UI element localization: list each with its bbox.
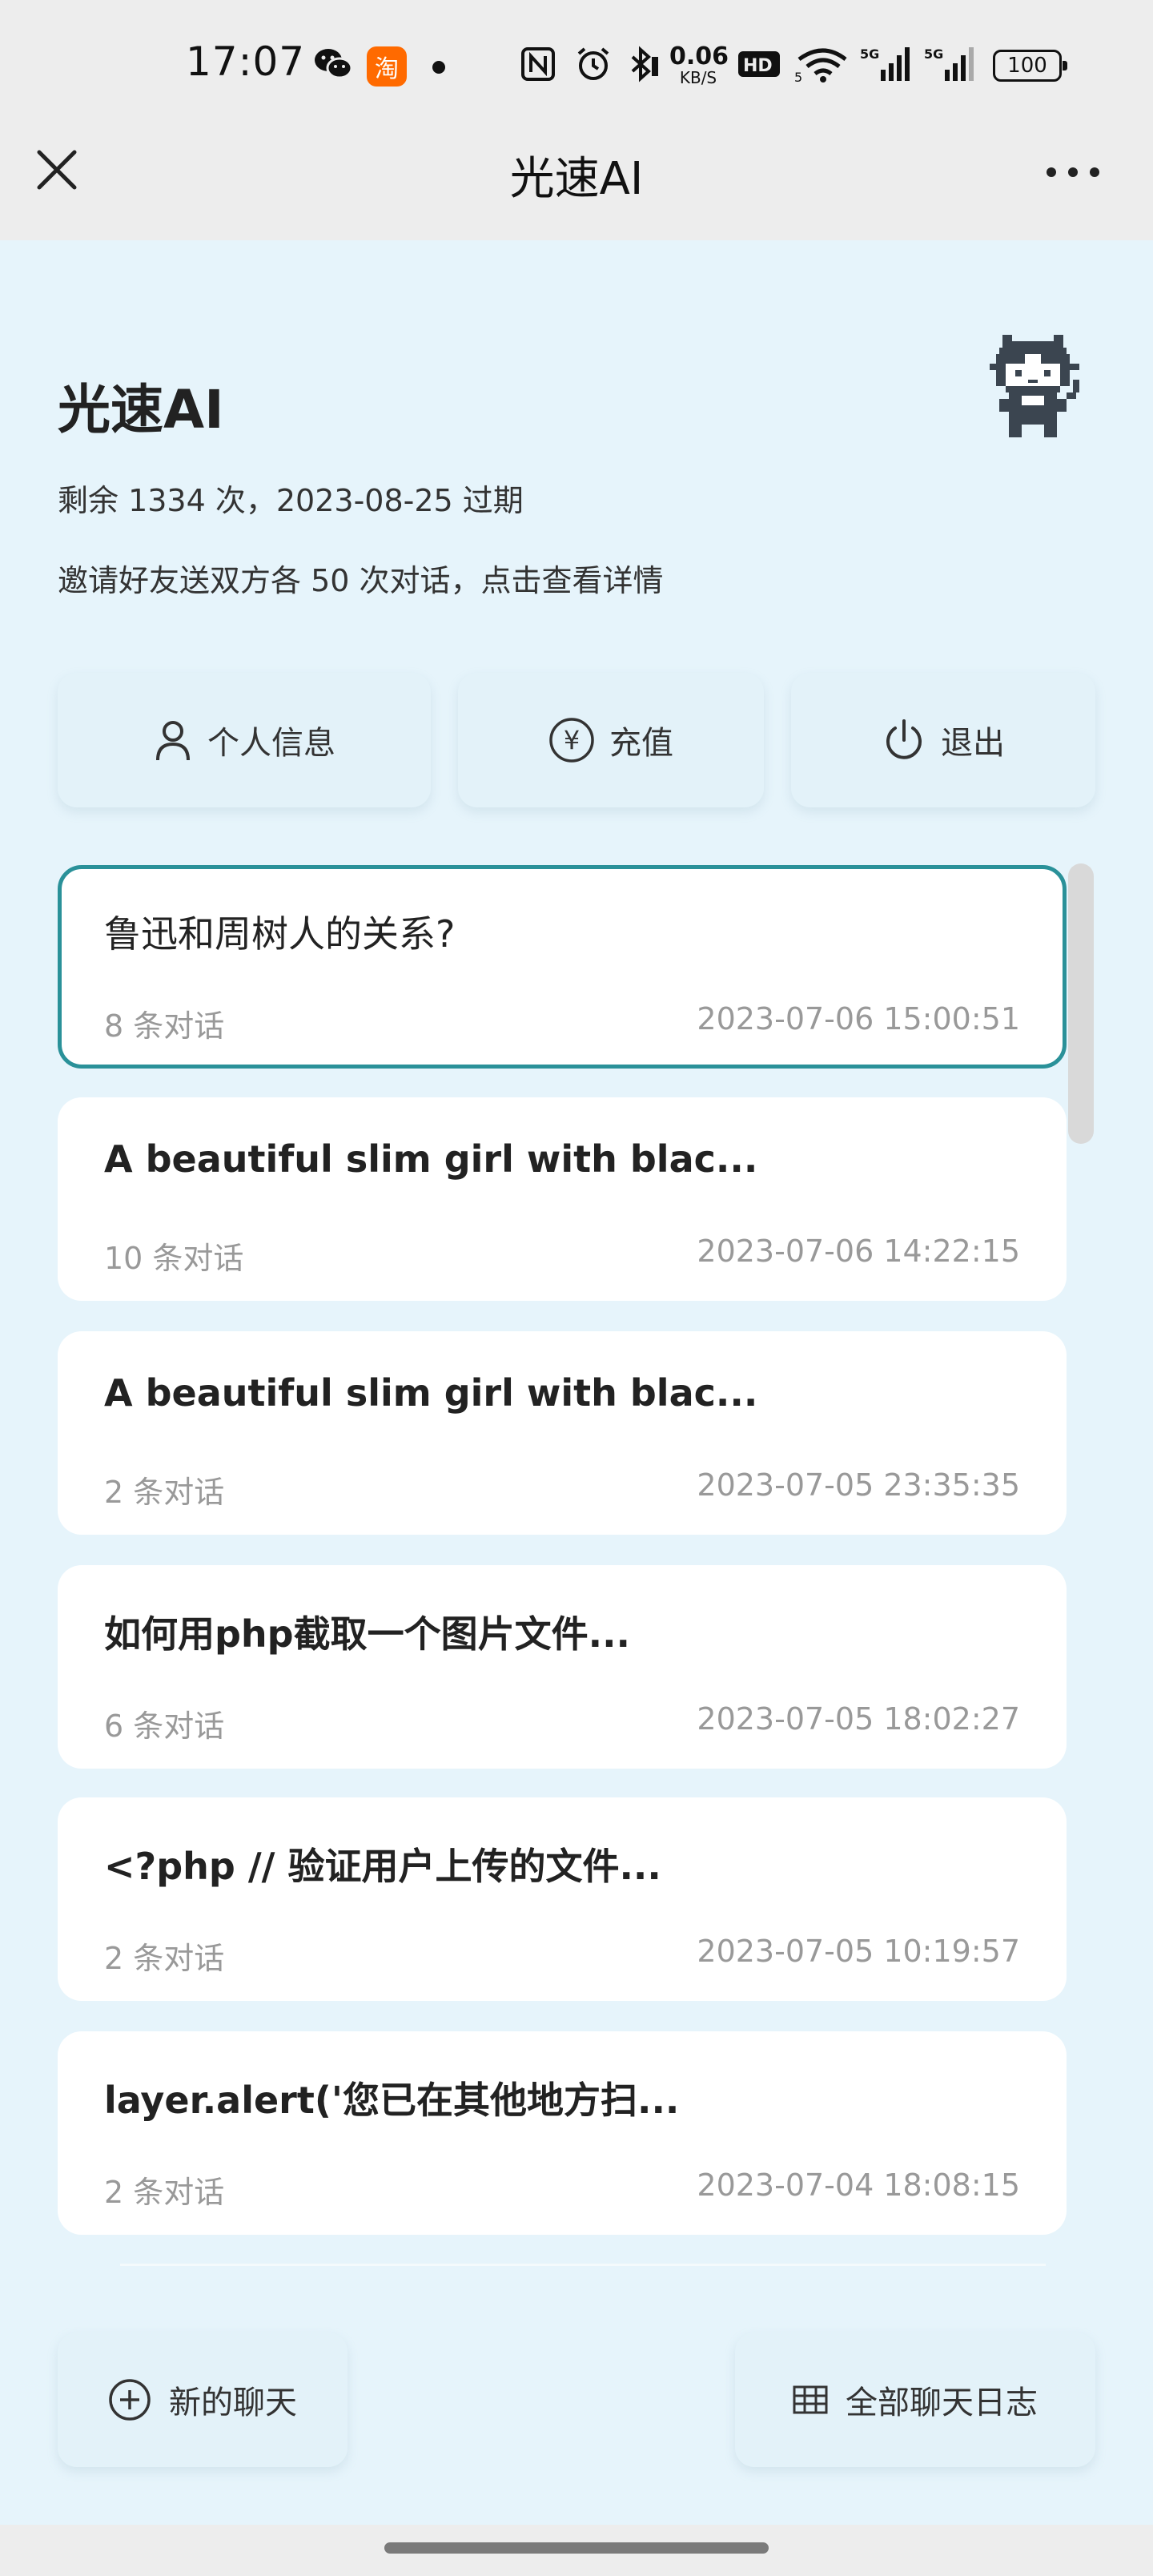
profile-button[interactable]: 个人信息 [58,673,431,807]
more-button[interactable] [1041,144,1105,200]
chat-card[interactable]: 如何用php截取一个图片文件... 6 条对话 2023-07-05 18:02… [58,1565,1067,1769]
chat-card[interactable]: A beautiful slim girl with blac... 10 条对… [58,1097,1067,1301]
recharge-label: 充值 [609,725,673,762]
svg-text:5G: 5G [860,46,879,62]
chat-title: 鲁迅和周树人的关系? [104,912,456,956]
chat-count: 10 条对话 [104,1241,244,1276]
taobao-icon: 淘 [367,46,407,87]
user-icon [156,721,190,761]
chat-title: <?php // 验证用户上传的文件... [104,1845,661,1888]
status-time: 17:07 [186,38,306,85]
chat-title: 如何用php截取一个图片文件... [104,1612,631,1656]
svg-text:HD: HD [743,56,773,76]
yuan-icon: ¥ [549,718,594,763]
page-title: 光速AI [509,153,644,205]
power-icon [886,719,922,759]
chat-date: 2023-07-06 15:00:51 [697,1001,1020,1036]
app-name: 光速AI [58,379,224,441]
chat-date: 2023-07-05 18:02:27 [697,1701,1020,1737]
signal-5g-icon: 5G [922,45,975,83]
chat-date: 2023-07-06 14:22:15 [697,1234,1020,1269]
notification-dot-icon [432,61,445,74]
svg-text:5: 5 [794,70,802,83]
chat-date: 2023-07-05 23:35:35 [697,1467,1020,1503]
chat-card[interactable]: 鲁迅和周树人的关系? 8 条对话 2023-07-06 15:00:51 [58,865,1067,1069]
invite-link[interactable]: 邀请好友送双方各 50 次对话，点击查看详情 [58,556,664,600]
svg-text:¥: ¥ [564,725,580,755]
alarm-icon [573,45,613,83]
battery-icon: 100 [993,50,1067,82]
chat-card[interactable]: <?php // 验证用户上传的文件... 2 条对话 2023-07-05 1… [58,1797,1067,2001]
chat-card[interactable]: A beautiful slim girl with blac... 2 条对话… [58,1331,1067,1535]
chat-count: 2 条对话 [104,1475,225,1510]
recharge-button[interactable]: ¥ 充值 [458,673,764,807]
chat-title: layer.alert('您已在其他地方扫... [104,2079,680,2122]
chat-card[interactable]: layer.alert('您已在其他地方扫... 2 条对话 2023-07-0… [58,2031,1067,2235]
more-dots-icon [1047,167,1099,177]
chat-date: 2023-07-04 18:08:15 [697,2167,1020,2203]
svg-text:5G: 5G [924,46,943,62]
logout-button[interactable]: 退出 [791,673,1095,807]
new-chat-label: 新的聊天 [169,2385,297,2421]
chat-title: A beautiful slim girl with blac... [104,1137,758,1181]
logout-label: 退出 [941,725,1005,762]
signal-5g-icon: 5G [858,45,911,83]
chat-date: 2023-07-05 10:19:57 [697,1934,1020,1969]
chat-title: A beautiful slim girl with blac... [104,1371,758,1415]
home-indicator[interactable] [384,2542,769,2554]
chat-count: 8 条对话 [104,1008,225,1044]
chat-count: 2 条对话 [104,1941,225,1976]
bluetooth-icon [623,45,663,83]
network-speed: 0.06 KB/S [669,42,729,87]
mascot-avatar [990,328,1089,441]
wechat-icon [312,45,354,83]
hd-icon: HD [737,45,781,83]
new-chat-button[interactable]: 新的聊天 [58,2332,348,2467]
profile-label: 个人信息 [207,725,335,762]
wifi-icon: 5 [793,45,849,83]
chat-count: 6 条对话 [104,1709,225,1744]
plus-circle-icon [109,2379,151,2421]
nfc-icon [519,45,557,83]
scrollbar-thumb[interactable] [1068,863,1094,1144]
all-chat-logs-button[interactable]: 全部聊天日志 [735,2332,1095,2467]
all-chat-logs-label: 全部聊天日志 [846,2385,1038,2421]
divider [120,2264,1046,2266]
chat-count: 2 条对话 [104,2175,225,2210]
table-icon [793,2385,828,2414]
remaining-quota: 剩余 1334 次，2023-08-25 过期 [58,483,524,518]
